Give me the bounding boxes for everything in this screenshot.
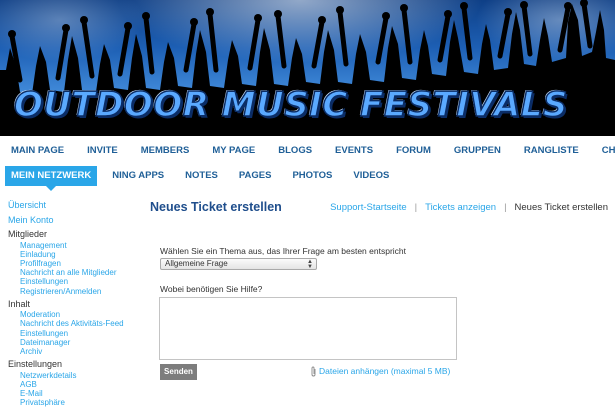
send-button[interactable]: Senden: [160, 364, 197, 380]
nav-videos[interactable]: VIDEOS: [347, 166, 395, 186]
paperclip-icon: [311, 366, 316, 376]
nav-members[interactable]: MEMBERS: [135, 141, 196, 161]
sidebar-item-member-settings[interactable]: Einstellungen: [8, 277, 148, 286]
sidebar-item-privacy[interactable]: Privatsphäre: [8, 398, 148, 407]
sidebar-heading-members: Mitglieder: [8, 229, 48, 239]
secondary-nav: MEIN NETZWERK NING APPS NOTES PAGES PHOT…: [0, 163, 615, 191]
sidebar-item-register-signin[interactable]: Registrieren/Anmelden: [8, 287, 148, 296]
page-title: Neues Ticket erstellen: [150, 200, 282, 214]
help-label: Wobei benötigen Sie Hilfe?: [160, 284, 263, 294]
main-nav: MAIN PAGE INVITE MEMBERS MY PAGE BLOGS E…: [0, 138, 615, 164]
nav-photos[interactable]: PHOTOS: [286, 166, 338, 186]
sidebar-link-my-account[interactable]: Mein Konto: [8, 215, 148, 227]
attach-files-label: Dateien anhängen (maximal 5 MB): [319, 366, 451, 376]
nav-rangliste[interactable]: RANGLISTE: [518, 141, 585, 161]
nav-pages[interactable]: PAGES: [233, 166, 278, 186]
sidebar-link-overview[interactable]: Übersicht: [8, 200, 148, 212]
breadcrumb-separator: |: [414, 202, 418, 213]
sidebar-group-members: Mitglieder Management Einladung Profilfr…: [8, 229, 148, 296]
sidebar-item-management[interactable]: Management: [8, 241, 148, 250]
topic-label: Wählen Sie ein Thema aus, das Ihrer Frag…: [160, 246, 406, 256]
sidebar-heading-settings: Einstellungen: [8, 359, 63, 370]
sidebar-item-profile-questions[interactable]: Profilfragen: [8, 259, 148, 268]
sidebar-item-file-manager[interactable]: Dateimanager: [8, 338, 148, 347]
topic-select[interactable]: Allgemeine Frage ▲ ▼: [160, 258, 317, 270]
sidebar-item-activity-feed-message[interactable]: Nachricht des Aktivitäts-Feed: [8, 319, 148, 328]
sidebar-group-content: Inhalt Moderation Nachricht des Aktivitä…: [8, 299, 148, 357]
sidebar-item-invitation[interactable]: Einladung: [8, 250, 148, 259]
nav-mein-netzwerk[interactable]: MEIN NETZWERK: [5, 166, 98, 191]
header-banner: OUTDOOR MUSIC FESTIVALS: [0, 0, 615, 136]
sidebar-item-archive[interactable]: Archiv: [8, 347, 148, 356]
nav-gruppen[interactable]: GRUPPEN: [448, 141, 507, 161]
breadcrumb-support-home-link[interactable]: Support-Startseite: [330, 202, 407, 213]
sidebar-heading-content: Inhalt: [8, 298, 31, 309]
breadcrumb-separator: |: [504, 202, 507, 213]
sidebar-item-content-settings[interactable]: Einstellungen: [8, 329, 148, 338]
nav-blogs[interactable]: BLOGS: [272, 141, 318, 161]
nav-chat[interactable]: CHAT: [596, 141, 615, 161]
sidebar-item-moderation[interactable]: Moderation: [8, 310, 148, 319]
nav-my-page[interactable]: MY PAGE: [206, 141, 261, 161]
nav-notes[interactable]: NOTES: [179, 166, 224, 186]
topic-select-value: Allgemeine Frage: [165, 259, 228, 268]
nav-ning-apps[interactable]: NING APPS: [106, 166, 170, 186]
sidebar-item-message-all-members[interactable]: Nachricht an alle Mitglieder: [8, 268, 148, 277]
sidebar-group-settings: Einstellungen Netzwerkdetails AGB E-Mail…: [8, 359, 148, 407]
nav-events[interactable]: EVENTS: [329, 141, 379, 161]
breadcrumb: Support-Startseite | Tickets anzeigen | …: [330, 202, 608, 213]
breadcrumb-current: Neues Ticket erstellen: [514, 202, 608, 213]
breadcrumb-show-tickets-link[interactable]: Tickets anzeigen: [425, 202, 496, 213]
help-textarea[interactable]: [159, 297, 457, 360]
nav-forum[interactable]: FORUM: [390, 141, 437, 161]
nav-main-page[interactable]: MAIN PAGE: [5, 141, 70, 161]
sidebar-item-terms[interactable]: AGB: [8, 380, 148, 389]
banner-logo-title[interactable]: OUTDOOR MUSIC FESTIVALS: [13, 82, 568, 128]
attach-files-link[interactable]: Dateien anhängen (maximal 5 MB): [310, 364, 450, 378]
nav-invite[interactable]: INVITE: [81, 141, 124, 161]
sidebar-item-network-details[interactable]: Netzwerkdetails: [8, 371, 148, 380]
admin-sidebar: Übersicht Mein Konto Mitglieder Manageme…: [8, 200, 148, 410]
sidebar-item-email[interactable]: E-Mail: [8, 389, 148, 398]
select-arrows-icon: ▲ ▼: [307, 259, 313, 270]
